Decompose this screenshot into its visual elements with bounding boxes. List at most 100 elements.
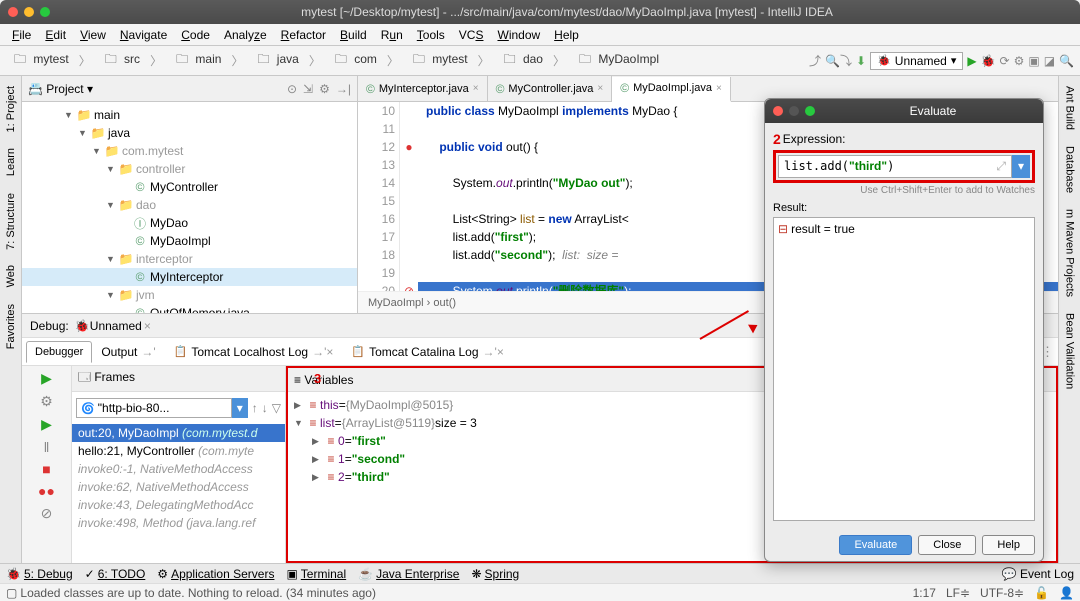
tool-window-tab[interactable]: Bean Validation	[1062, 307, 1078, 395]
menu-vcs[interactable]: VCS	[453, 26, 490, 44]
menu-view[interactable]: View	[74, 26, 112, 44]
bottom-tab[interactable]: 🐞 5: Debug	[6, 567, 73, 581]
search-icon[interactable]: 🔍⤵	[825, 52, 852, 69]
lock-icon[interactable]: 🔓	[1034, 586, 1049, 600]
toolbar-icon[interactable]: ◪	[1044, 54, 1055, 68]
bottom-tab[interactable]: ❋ Spring	[471, 567, 519, 581]
editor-tab[interactable]: © MyDaoImpl.java ×	[612, 77, 731, 102]
breadcrumb-item[interactable]: 🗀 com	[327, 49, 381, 72]
menu-analyze[interactable]: Analyze	[218, 26, 273, 44]
tool-window-tab[interactable]: Ant Build	[1062, 80, 1078, 136]
menu-run[interactable]: Run	[375, 26, 409, 44]
menu-file[interactable]: File	[6, 26, 37, 44]
tree-item[interactable]: ©MyDaoImpl	[22, 232, 357, 250]
debug-tab-catalina[interactable]: 📋 Tomcat Catalina Log →'×	[342, 340, 512, 364]
close-icon[interactable]: ×	[144, 319, 151, 333]
menu-window[interactable]: Window	[491, 26, 546, 44]
breadcrumb-item[interactable]: 🗀 mytest	[6, 49, 73, 72]
tree-item[interactable]: ▼📁com.mytest	[22, 142, 357, 160]
frame-row[interactable]: out:20, MyDaoImpl (com.mytest.d	[72, 424, 285, 442]
menu-edit[interactable]: Edit	[39, 26, 72, 44]
tree-item[interactable]: ⒾMyDao	[22, 214, 357, 232]
bottom-tab[interactable]: ▣ Terminal	[286, 567, 346, 581]
dropdown-icon[interactable]: ▾	[232, 398, 248, 418]
toggle-icon[interactable]: ⚙	[40, 393, 53, 410]
inspector-icon[interactable]: 👤	[1059, 586, 1074, 600]
tool-window-tab[interactable]: 7: Structure	[3, 187, 19, 256]
help-button[interactable]: Help	[982, 535, 1035, 555]
tool-window-tab[interactable]: 1: Project	[3, 80, 19, 138]
tree-item[interactable]: ©MyInterceptor	[22, 268, 357, 286]
debug-config-name[interactable]: Unnamed	[90, 319, 142, 333]
tree-item[interactable]: ▼📁jvm	[22, 286, 357, 304]
expression-dropdown[interactable]: ▾	[1012, 155, 1030, 178]
toolbar-icon[interactable]: ⟳	[1000, 54, 1010, 68]
event-log-tab[interactable]: 💬 Event Log	[1002, 567, 1074, 581]
breadcrumb-item[interactable]: 🗀 main	[168, 49, 225, 72]
breadcrumb-item[interactable]: 🗀 mytest	[405, 49, 472, 72]
tree-item[interactable]: ▼📁dao	[22, 196, 357, 214]
search-everywhere-icon[interactable]: 🔍	[1059, 54, 1074, 68]
breadcrumb-item[interactable]: 🗀 MyDaoImpl	[571, 49, 663, 72]
breakpoints-icon[interactable]: ●●	[38, 483, 55, 499]
tool-window-tab[interactable]: m Maven Projects	[1062, 203, 1078, 303]
frame-row[interactable]: hello:21, MyController (com.myte	[72, 442, 285, 460]
bottom-tab[interactable]: ☕ Java Enterprise	[358, 567, 459, 581]
breadcrumb[interactable]: 🗀 mytest〉🗀 src〉🗀 main〉🗀 java〉🗀 com〉🗀 myt…	[6, 49, 663, 72]
toolbar-icon[interactable]: ▣	[1028, 54, 1039, 68]
editor-tab[interactable]: © MyController.java ×	[488, 76, 613, 101]
evaluate-button[interactable]: Evaluate	[839, 535, 912, 555]
rerun-icon[interactable]: ▶	[41, 370, 52, 387]
filter-icon[interactable]: ▽	[272, 401, 281, 415]
frame-row[interactable]: invoke:498, Method (java.lang.ref	[72, 514, 285, 532]
expand-icon[interactable]: ⇲	[303, 82, 313, 96]
tree-item[interactable]: ©OutOfMemory.java	[22, 304, 357, 313]
vcs-icon[interactable]: ⬇	[856, 54, 866, 68]
tool-window-tab[interactable]: Web	[3, 259, 19, 293]
project-tab[interactable]: 📇 Project ▾	[28, 82, 93, 96]
debug-tab-output[interactable]: Output →'	[92, 340, 164, 364]
encoding[interactable]: UTF-8≑	[980, 586, 1024, 600]
toolbar-icon[interactable]: ⚙	[1014, 54, 1025, 68]
collapse-icon[interactable]: ⊙	[287, 82, 297, 96]
debug-button[interactable]: 🐞	[981, 54, 996, 68]
prev-frame-icon[interactable]: ↑	[252, 401, 258, 415]
expression-input[interactable]: list.add("third")⤢	[778, 155, 1012, 178]
next-frame-icon[interactable]: ↓	[262, 401, 268, 415]
breadcrumb-item[interactable]: 🗀 src	[97, 49, 144, 72]
line-separator[interactable]: LF≑	[946, 586, 970, 600]
tree-item[interactable]: ▼📁interceptor	[22, 250, 357, 268]
tree-item[interactable]: ▼📁main	[22, 106, 357, 124]
go-to-icon[interactable]: ⤴	[809, 52, 821, 69]
tool-window-tab[interactable]: Database	[1062, 140, 1078, 199]
frame-row[interactable]: invoke:43, DelegatingMethodAcc	[72, 496, 285, 514]
menu-code[interactable]: Code	[175, 26, 216, 44]
menu-navigate[interactable]: Navigate	[114, 26, 173, 44]
bottom-tab[interactable]: ✓ 6: TODO	[85, 567, 146, 581]
run-config-select[interactable]: 🐞 Unnamed ▾	[870, 52, 963, 70]
tree-item[interactable]: ▼📁java	[22, 124, 357, 142]
dialog-controls[interactable]	[773, 106, 815, 116]
tool-window-tab[interactable]: Favorites	[3, 298, 19, 355]
mute-icon[interactable]: ⊘	[41, 505, 53, 522]
resume-icon[interactable]: ▶	[41, 416, 52, 433]
frame-row[interactable]: invoke0:-1, NativeMethodAccess	[72, 460, 285, 478]
tool-window-tab[interactable]: Learn	[3, 142, 19, 182]
breadcrumb-item[interactable]: 🗀 dao	[496, 49, 547, 72]
menu-tools[interactable]: Tools	[411, 26, 451, 44]
debug-tab-localhost[interactable]: 📋 Tomcat Localhost Log →'×	[165, 340, 343, 364]
tree-item[interactable]: ▼📁controller	[22, 160, 357, 178]
debug-tab-debugger[interactable]: Debugger	[26, 341, 92, 363]
frame-row[interactable]: invoke:62, NativeMethodAccess	[72, 478, 285, 496]
menu-refactor[interactable]: Refactor	[275, 26, 332, 44]
breadcrumb-item[interactable]: 🗀 java	[249, 49, 302, 72]
window-controls[interactable]	[8, 7, 50, 17]
editor-tab[interactable]: © MyInterceptor.java ×	[358, 76, 488, 101]
menu-build[interactable]: Build	[334, 26, 373, 44]
thread-select[interactable]: 🌀 "http-bio-80...	[76, 398, 232, 418]
run-button[interactable]: ▶	[967, 54, 976, 68]
tree-item[interactable]: ©MyController	[22, 178, 357, 196]
bottom-tab[interactable]: ⚙ Application Servers	[157, 567, 274, 581]
hide-icon[interactable]: →|	[336, 82, 351, 96]
pause-icon[interactable]: ‖	[44, 439, 50, 455]
